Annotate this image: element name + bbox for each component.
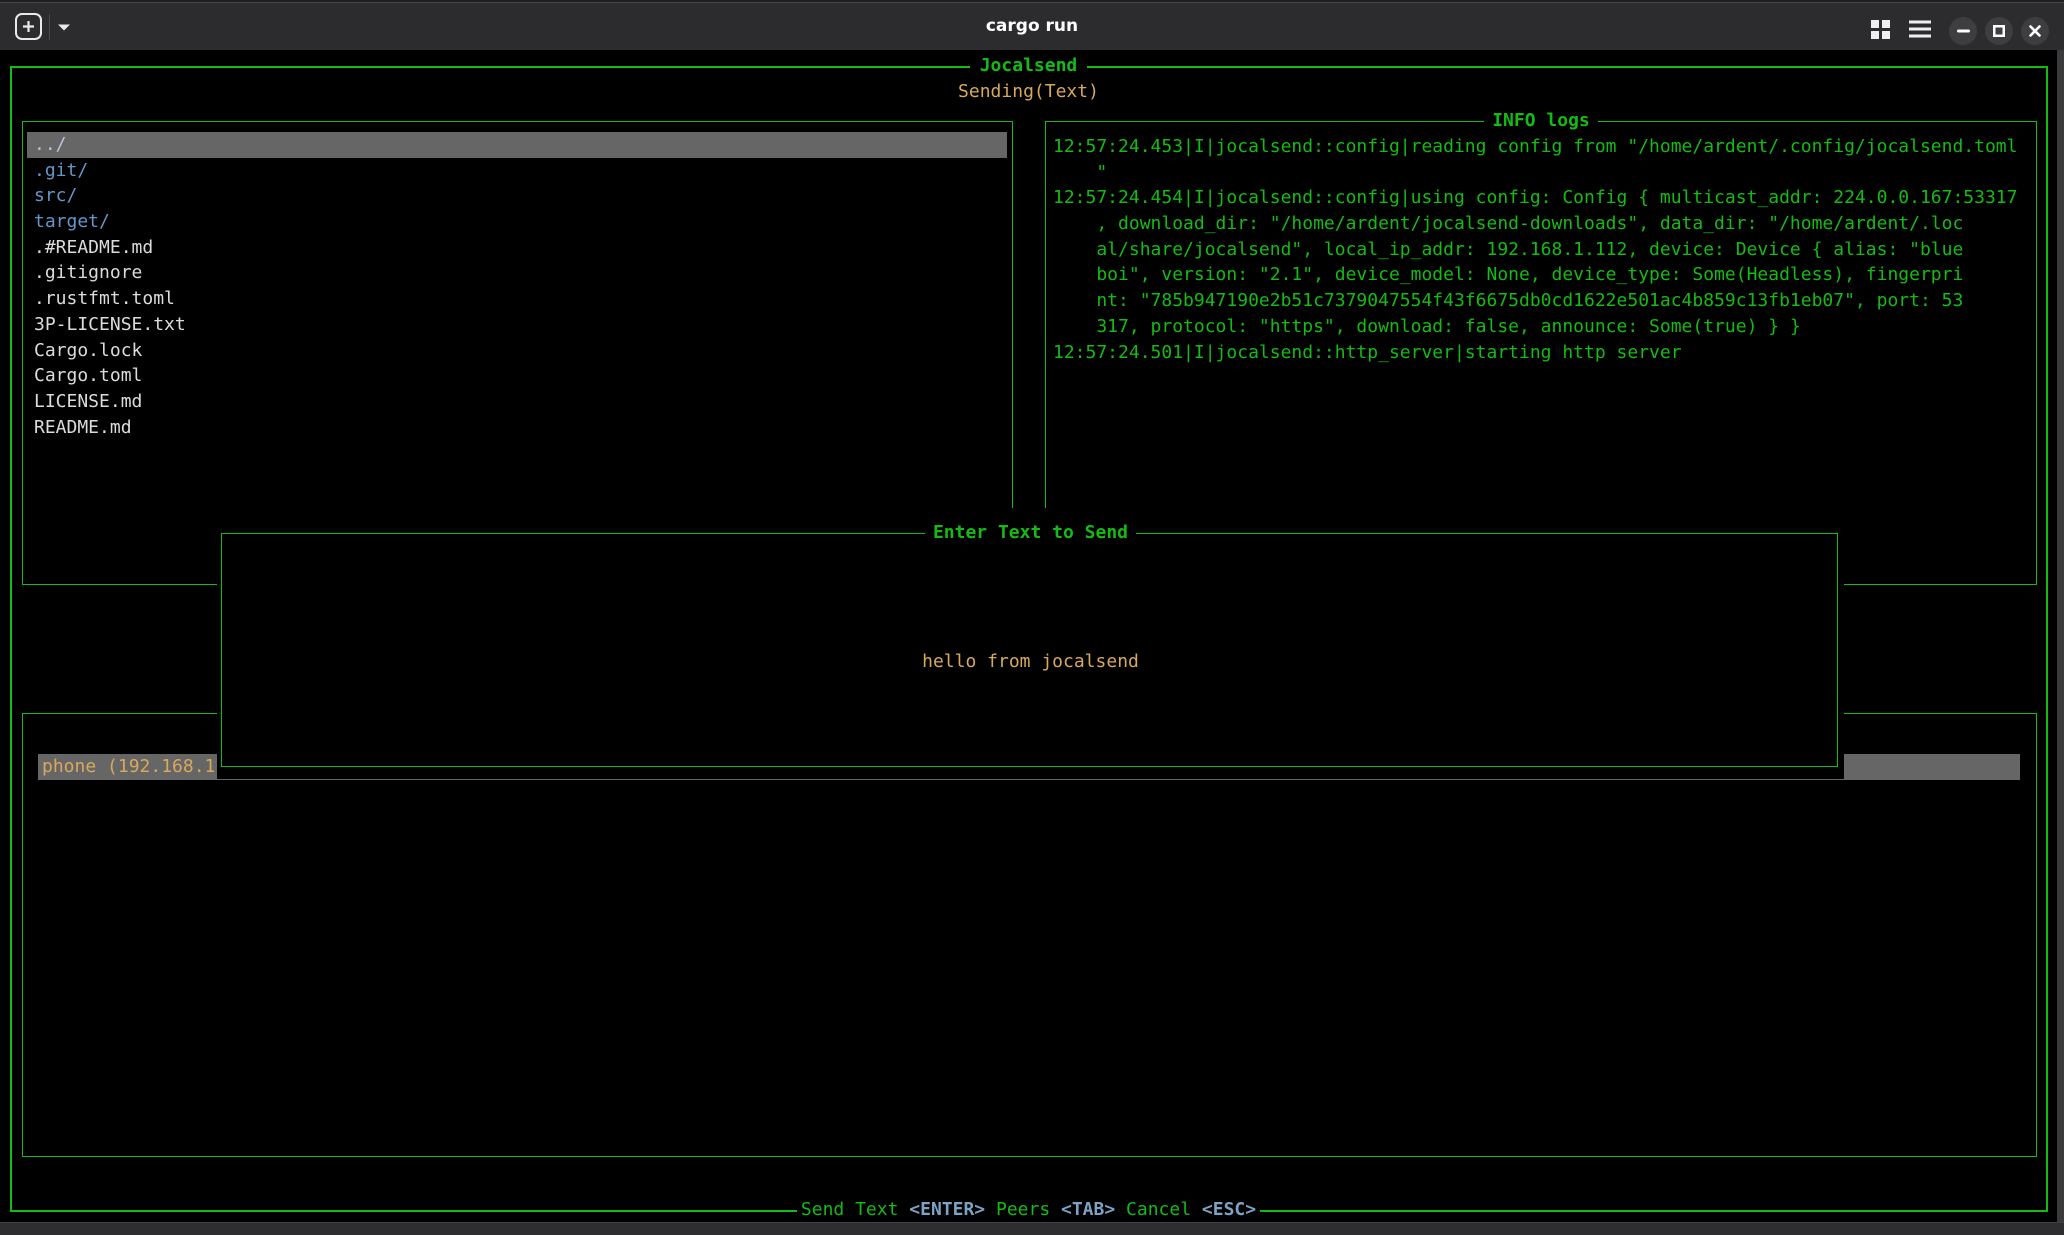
menu-button[interactable]: [1908, 19, 1934, 43]
log-line: 317, protocol: "https", download: false,…: [1053, 314, 2034, 340]
info-logs-title: INFO logs: [1046, 108, 2036, 134]
log-line: , download_dir: "/home/ardent/jocalsend-…: [1053, 211, 2034, 237]
file-entry[interactable]: Cargo.lock: [27, 338, 1007, 364]
log-line: ": [1053, 160, 2034, 186]
close-button[interactable]: [2021, 17, 2049, 45]
text-to-send-input[interactable]: hello from jocalsend: [217, 649, 1844, 675]
screen: cargo run: [0, 0, 2064, 1235]
log-line: 12:57:24.454|I|jocalsend::config|using c…: [1053, 185, 2034, 211]
file-entry[interactable]: README.md: [27, 415, 1007, 441]
log-line: boi", version: "2.1", device_model: None…: [1053, 262, 2034, 288]
status-action-label: Send Text: [801, 1199, 909, 1220]
status-key-hint: <ESC>: [1202, 1199, 1256, 1220]
window-titlebar: cargo run: [0, 0, 2064, 50]
status-bar: Send Text <ENTER> Peers <TAB> Cancel <ES…: [0, 1197, 2057, 1223]
terminal-viewport[interactable]: Jocalsend Sending(Text) ../.git/src/targ…: [0, 50, 2057, 1222]
maximize-button[interactable]: [1985, 17, 2013, 45]
status-bar-content: Send Text <ENTER> Peers <TAB> Cancel <ES…: [797, 1199, 1260, 1220]
minimize-button[interactable]: [1949, 17, 1977, 45]
file-entry[interactable]: .gitignore: [27, 260, 1007, 286]
file-list: ../.git/src/target/.#README.md.gitignore…: [27, 132, 1007, 440]
file-entry[interactable]: 3P-LICENSE.txt: [27, 312, 1007, 338]
status-action-label: Cancel: [1115, 1199, 1202, 1220]
app-mode-subtitle: Sending(Text): [0, 79, 2057, 105]
tab-overview-button[interactable]: [1870, 19, 1894, 43]
file-entry[interactable]: .rustfmt.toml: [27, 286, 1007, 312]
file-entry[interactable]: Cargo.toml: [27, 363, 1007, 389]
log-line: 12:57:24.501|I|jocalsend::http_server|st…: [1053, 340, 2034, 366]
enter-text-modal-title: Enter Text to Send: [217, 520, 1844, 546]
hamburger-icon: [1908, 19, 1934, 39]
file-entry[interactable]: ../: [27, 132, 1007, 158]
file-entry[interactable]: .#README.md: [27, 235, 1007, 261]
app-title: Jocalsend: [0, 53, 2057, 79]
log-line: 12:57:24.453|I|jocalsend::config|reading…: [1053, 134, 2034, 160]
window-bottom-edge: [0, 1222, 2064, 1235]
status-key-hint: <TAB>: [1061, 1199, 1115, 1220]
file-entry[interactable]: .git/: [27, 158, 1007, 184]
enter-text-modal: Enter Text to Send hello from jocalsend: [217, 508, 1844, 779]
log-line: al/share/jocalsend", local_ip_addr: 192.…: [1053, 237, 2034, 263]
log-lines: 12:57:24.453|I|jocalsend::config|reading…: [1053, 134, 2034, 365]
terminal-scrollbar[interactable]: [2057, 50, 2064, 1222]
maximize-icon: [1993, 25, 2005, 37]
status-action-label: Peers: [985, 1199, 1061, 1220]
log-line: nt: "785b947190e2b51c7379047554f43f6675d…: [1053, 288, 2034, 314]
grid-icon: [1870, 19, 1894, 40]
window-title: cargo run: [0, 2, 2064, 52]
status-key-hint: <ENTER>: [909, 1199, 985, 1220]
minimize-icon: [1957, 29, 1970, 33]
file-entry[interactable]: LICENSE.md: [27, 389, 1007, 415]
peers-panel: phone (192.168.1: [22, 713, 2037, 1157]
close-icon: [2029, 25, 2041, 37]
file-entry[interactable]: target/: [27, 209, 1007, 235]
file-entry[interactable]: src/: [27, 183, 1007, 209]
